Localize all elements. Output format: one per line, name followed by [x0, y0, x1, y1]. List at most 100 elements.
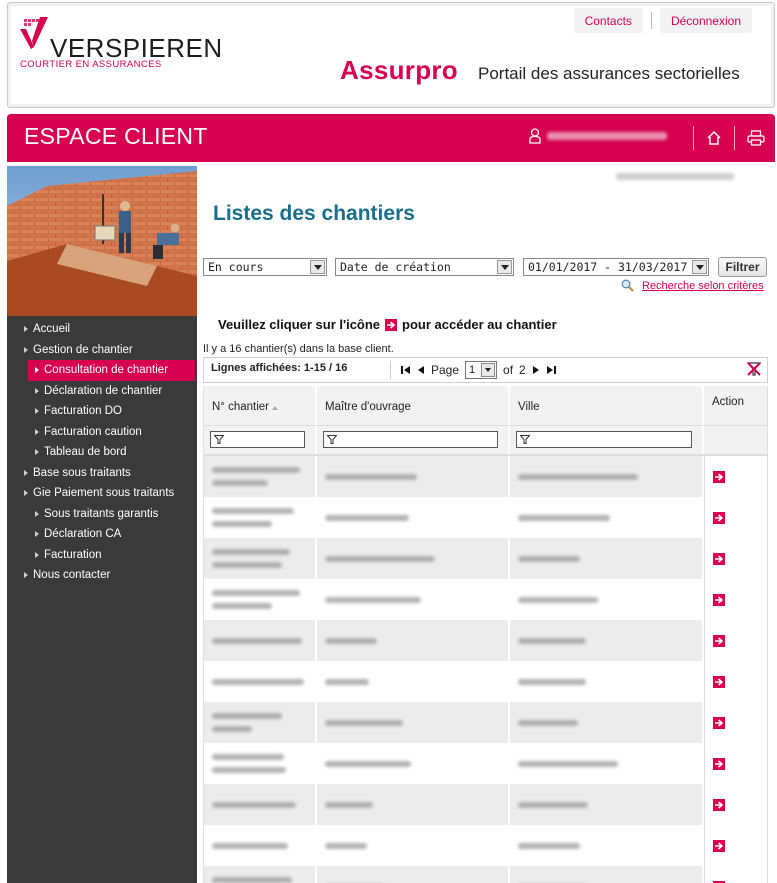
filter-cell: [704, 426, 767, 454]
dropdown-arrow-icon[interactable]: [497, 260, 512, 274]
sidebar-item-label: Gie Paiement sous traitants: [33, 487, 175, 500]
status-select[interactable]: En cours: [203, 258, 327, 276]
column-header-maitre-ouvrage[interactable]: Maître d'ouvrage: [317, 386, 510, 425]
cell-maitre-ouvrage: [317, 456, 510, 497]
sidebar-item-base-sous-traitants[interactable]: Base sous traitants: [7, 463, 197, 484]
advanced-search-link[interactable]: Recherche selon critères: [642, 280, 764, 292]
cell-ville: [510, 866, 704, 883]
date-type-select-value: Date de création: [340, 260, 451, 274]
sidebar-item-facturation[interactable]: Facturation: [7, 545, 197, 566]
advanced-search[interactable]: Recherche selon critères: [621, 279, 764, 292]
instruction-text: Veuillez cliquer sur l'icône pour accéde…: [218, 317, 557, 332]
open-chantier-icon[interactable]: [713, 839, 725, 852]
cell-action: [704, 497, 767, 538]
cell-action: [704, 784, 767, 825]
status-select-value: En cours: [208, 260, 264, 274]
result-count: Il y a 16 chantier(s) dans la base clien…: [203, 343, 394, 355]
redacted-text: [212, 877, 292, 883]
cell-maitre-ouvrage: [317, 620, 510, 661]
sidebar-item-facturation-do[interactable]: Facturation DO: [7, 401, 197, 422]
sidebar-item-facturation-caution[interactable]: Facturation caution: [7, 422, 197, 443]
clear-filter-icon[interactable]: [746, 361, 762, 377]
print-icon[interactable]: [747, 130, 765, 146]
cell-ville: [510, 497, 704, 538]
next-page-icon[interactable]: [532, 365, 540, 375]
first-page-icon[interactable]: [401, 365, 411, 375]
dropdown-arrow-icon[interactable]: [310, 260, 325, 274]
filter-cell: [510, 426, 704, 454]
open-chantier-icon[interactable]: [713, 552, 725, 565]
icon-separator: [693, 126, 694, 150]
logout-link[interactable]: Déconnexion: [659, 8, 752, 33]
cell-ville: [510, 702, 704, 743]
chevron-right-icon: [35, 428, 39, 435]
open-chantier-icon[interactable]: [713, 634, 725, 647]
cell-maitre-ouvrage: [317, 743, 510, 784]
sidebar-item-label: Déclaration de chantier: [44, 384, 163, 397]
filter-input-maitre-ouvrage[interactable]: [323, 431, 498, 448]
cell-numero: [204, 825, 317, 866]
redacted-text: [518, 555, 580, 562]
dropdown-arrow-icon[interactable]: [481, 363, 496, 377]
open-chantier-icon[interactable]: [713, 511, 725, 524]
date-range-select[interactable]: 01/01/2017 - 31/03/2017: [523, 258, 709, 276]
open-chantier-icon[interactable]: [713, 470, 725, 483]
icon-separator: [734, 126, 735, 150]
pager-separator: [390, 361, 391, 379]
user-name-redacted: [547, 132, 667, 140]
last-page-icon[interactable]: [546, 365, 556, 375]
open-chantier-icon[interactable]: [713, 675, 725, 688]
sidebar-item-gestion-chantier[interactable]: Gestion de chantier: [7, 340, 197, 361]
user-account[interactable]: [529, 128, 667, 144]
chevron-right-icon: [35, 551, 39, 558]
redacted-text: [325, 801, 373, 808]
home-icon[interactable]: [706, 130, 722, 146]
prev-page-icon[interactable]: [417, 365, 425, 375]
sidebar-item-label: Tableau de bord: [44, 446, 127, 459]
verspieren-logo[interactable]: VERSPIEREN COURTIER EN ASSURANCES: [20, 17, 222, 77]
user-icon: [529, 128, 541, 144]
filter-input-numero[interactable]: [210, 431, 305, 448]
pager: Lignes affichées: 1-15 / 16 Page 1 of 2: [203, 357, 768, 383]
redacted-text: [212, 562, 282, 568]
lines-displayed: Lignes affichées: 1-15 / 16: [211, 362, 348, 374]
pager-nav: Page 1 of 2: [390, 361, 556, 379]
sidebar-item-consultation-chantier[interactable]: Consultation de chantier: [28, 360, 195, 381]
filter-input-ville[interactable]: [516, 431, 692, 448]
client-number-redacted: [616, 173, 734, 180]
open-chantier-icon[interactable]: [713, 798, 725, 811]
column-header-numero[interactable]: N° chantier: [204, 386, 317, 425]
cell-maitre-ouvrage: [317, 784, 510, 825]
current-page: 1: [469, 364, 476, 376]
table-row: [204, 620, 767, 661]
column-header-ville[interactable]: Ville: [510, 386, 704, 425]
total-pages: 2: [519, 363, 526, 377]
open-chantier-icon[interactable]: [713, 716, 725, 729]
sidebar-item-gie-paiement[interactable]: Gie Paiement sous traitants: [7, 483, 197, 504]
page-select[interactable]: 1: [465, 361, 498, 379]
sidebar-item-label: Facturation DO: [44, 405, 122, 418]
open-chantier-icon[interactable]: [713, 593, 725, 606]
date-type-select[interactable]: Date de création: [335, 258, 514, 276]
sidebar-item-nous-contacter[interactable]: Nous contacter: [7, 565, 197, 586]
cell-action: [704, 456, 767, 497]
filter-icon: [520, 435, 530, 444]
chevron-right-icon: [24, 469, 28, 476]
top-links: Contacts Déconnexion: [573, 8, 752, 33]
cell-numero: [204, 661, 317, 702]
filter-button[interactable]: Filtrer: [718, 257, 767, 277]
cell-ville: [510, 538, 704, 579]
open-chantier-icon[interactable]: [713, 757, 725, 770]
table-row: [204, 579, 767, 620]
sidebar-item-accueil[interactable]: Accueil: [7, 319, 197, 340]
sidebar-item-sous-traitants-garantis[interactable]: Sous traitants garantis: [7, 504, 197, 525]
table-row: [204, 784, 767, 825]
sidebar-item-declaration-ca[interactable]: Déclaration CA: [7, 524, 197, 545]
chevron-right-icon: [24, 326, 28, 333]
contacts-link[interactable]: Contacts: [573, 8, 643, 33]
dropdown-arrow-icon[interactable]: [692, 260, 707, 274]
cell-action: [704, 620, 767, 661]
chevron-right-icon: [35, 531, 39, 538]
sidebar-item-tableau-de-bord[interactable]: Tableau de bord: [7, 442, 197, 463]
sidebar-item-declaration-chantier[interactable]: Déclaration de chantier: [7, 381, 197, 402]
